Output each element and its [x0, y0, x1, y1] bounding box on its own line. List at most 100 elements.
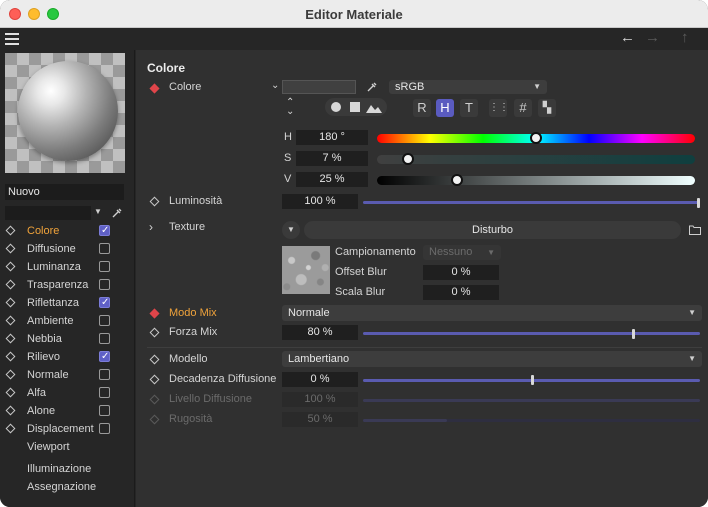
- chevron-down-icon[interactable]: ▼: [94, 207, 102, 216]
- window-title: Editor Materiale: [305, 7, 403, 22]
- channel-checkbox[interactable]: [99, 315, 110, 326]
- sidebar-item-riflettanza[interactable]: Riflettanza: [5, 294, 127, 312]
- saturation-field[interactable]: 7 %: [296, 151, 368, 166]
- keyframe-diamond-icon[interactable]: [149, 83, 160, 94]
- sidebar-item-displacement[interactable]: Displacement: [5, 420, 127, 438]
- mode-r-button[interactable]: R: [413, 99, 431, 117]
- keyframe-diamond-icon[interactable]: [5, 261, 16, 272]
- mode-swatches-button[interactable]: ▚: [538, 99, 556, 117]
- decadenza-diffusione-slider-handle[interactable]: [530, 375, 534, 385]
- keyframe-diamond-icon[interactable]: [149, 374, 160, 385]
- sidebar-item-rilievo[interactable]: Rilievo: [5, 348, 127, 366]
- forza-mix-slider-handle[interactable]: [631, 329, 635, 339]
- keyframe-diamond-icon: [149, 414, 160, 425]
- channel-checkbox[interactable]: [99, 348, 110, 366]
- sidebar-item-colore[interactable]: Colore: [5, 222, 127, 240]
- arrow-left-icon[interactable]: ←: [620, 30, 635, 46]
- channel-checkbox[interactable]: [99, 369, 110, 380]
- sidebar-item-alone[interactable]: Alone: [5, 402, 127, 420]
- texture-shader-button[interactable]: Disturbo: [304, 221, 681, 239]
- luminosita-slider-handle[interactable]: [697, 198, 700, 208]
- channel-checkbox[interactable]: [99, 294, 110, 312]
- keyframe-diamond-icon[interactable]: [5, 405, 16, 416]
- mode-hex-button[interactable]: #: [514, 99, 532, 117]
- material-name-field[interactable]: Nuovo: [5, 184, 124, 200]
- keyframe-diamond-icon[interactable]: [5, 315, 16, 326]
- keyframe-diamond-icon[interactable]: [149, 327, 160, 338]
- mode-h-button[interactable]: H: [436, 99, 454, 117]
- scala-blur-field[interactable]: 0 %: [423, 285, 499, 300]
- keyframe-diamond-icon[interactable]: [5, 423, 16, 434]
- forza-mix-field[interactable]: 80 %: [282, 325, 358, 340]
- image-icon[interactable]: [366, 101, 382, 113]
- keyframe-diamond-icon[interactable]: [149, 354, 160, 365]
- hamburger-menu-icon[interactable]: [5, 33, 19, 45]
- channel-label: Normale: [27, 369, 69, 381]
- decadenza-diffusione-field[interactable]: 0 %: [282, 372, 358, 387]
- keyframe-diamond-icon[interactable]: [5, 387, 16, 398]
- eyedropper-icon[interactable]: [366, 81, 378, 93]
- mode-t-button[interactable]: T: [460, 99, 478, 117]
- keyframe-diamond-icon[interactable]: [5, 225, 16, 236]
- sidebar-item-viewport[interactable]: Viewport: [7, 438, 127, 456]
- color-swatch[interactable]: [282, 80, 356, 94]
- sidebar-item-luminanza[interactable]: Luminanza: [5, 258, 127, 276]
- channel-label: Displacement: [27, 423, 94, 435]
- value-slider[interactable]: [377, 176, 695, 185]
- sidebar-link-illuminazione[interactable]: Illuminazione: [27, 463, 91, 475]
- luminosita-slider[interactable]: [363, 201, 700, 204]
- keyframe-diamond-icon[interactable]: [5, 333, 16, 344]
- chevron-down-icon[interactable]: ⌄: [271, 80, 279, 91]
- chevron-right-icon[interactable]: ›: [149, 220, 153, 234]
- keyframe-diamond-icon[interactable]: [149, 196, 160, 207]
- hue-field[interactable]: 180 °: [296, 130, 368, 145]
- keyframe-diamond-icon[interactable]: [5, 243, 16, 254]
- keyframe-diamond-icon[interactable]: [5, 279, 16, 290]
- spectrum-icon[interactable]: [350, 102, 360, 112]
- modo-mix-value: Normale: [288, 307, 330, 319]
- channel-checkbox[interactable]: [99, 405, 110, 416]
- keyframe-diamond-icon[interactable]: [149, 308, 160, 319]
- arrow-up-icon[interactable]: ↑: [681, 30, 689, 46]
- material-preview[interactable]: [5, 53, 125, 173]
- channel-checkbox[interactable]: [99, 423, 110, 434]
- channel-checkbox[interactable]: [99, 333, 110, 344]
- luminosita-field[interactable]: 100 %: [282, 194, 358, 209]
- keyframe-diamond-icon[interactable]: [5, 297, 16, 308]
- keyframe-diamond-icon[interactable]: [5, 351, 16, 362]
- channel-checkbox[interactable]: [99, 222, 110, 240]
- eyedropper-icon[interactable]: [111, 207, 123, 219]
- sidebar-item-nebbia[interactable]: Nebbia: [5, 330, 127, 348]
- channel-checkbox[interactable]: [99, 279, 110, 290]
- saturation-slider[interactable]: [377, 155, 695, 164]
- forza-mix-slider[interactable]: [363, 332, 700, 335]
- sidebar-item-normale[interactable]: Normale: [5, 366, 127, 384]
- value-field[interactable]: 25 %: [296, 172, 368, 187]
- collapse-toggle-icon[interactable]: ⌃ ⌄: [286, 98, 294, 117]
- channel-filter-field[interactable]: [5, 206, 91, 220]
- sidebar-item-diffusione[interactable]: Diffusione: [5, 240, 127, 258]
- texture-menu-button[interactable]: ▼: [282, 221, 300, 239]
- modello-dropdown[interactable]: Lambertiano ▼: [282, 351, 702, 367]
- sidebar-item-alfa[interactable]: Alfa: [5, 384, 127, 402]
- folder-icon[interactable]: [689, 225, 701, 235]
- mode-mixer-button[interactable]: ⋮⋮: [489, 99, 509, 117]
- arrow-right-icon[interactable]: →: [645, 30, 660, 46]
- channel-checkbox[interactable]: [99, 243, 110, 254]
- v-label: V: [284, 173, 292, 185]
- texture-thumbnail[interactable]: [282, 246, 330, 294]
- channel-checkbox[interactable]: [99, 261, 110, 272]
- color-wheel-icon[interactable]: [331, 102, 341, 112]
- chevron-down-icon: ▼: [688, 354, 696, 363]
- offset-blur-field[interactable]: 0 %: [423, 265, 499, 280]
- sidebar-item-trasparenza[interactable]: Trasparenza: [5, 276, 127, 294]
- channel-checkbox[interactable]: [99, 387, 110, 398]
- hue-slider-handle[interactable]: [530, 132, 542, 144]
- keyframe-diamond-icon[interactable]: [5, 369, 16, 380]
- sidebar-item-ambiente[interactable]: Ambiente: [5, 312, 127, 330]
- sidebar-link-assegnazione[interactable]: Assegnazione: [27, 481, 96, 493]
- campionamento-dropdown[interactable]: Nessuno ▼: [423, 245, 501, 260]
- value-slider-handle[interactable]: [450, 174, 463, 186]
- modo-mix-dropdown[interactable]: Normale ▼: [282, 305, 702, 321]
- color-space-dropdown[interactable]: sRGB ▼: [389, 80, 547, 94]
